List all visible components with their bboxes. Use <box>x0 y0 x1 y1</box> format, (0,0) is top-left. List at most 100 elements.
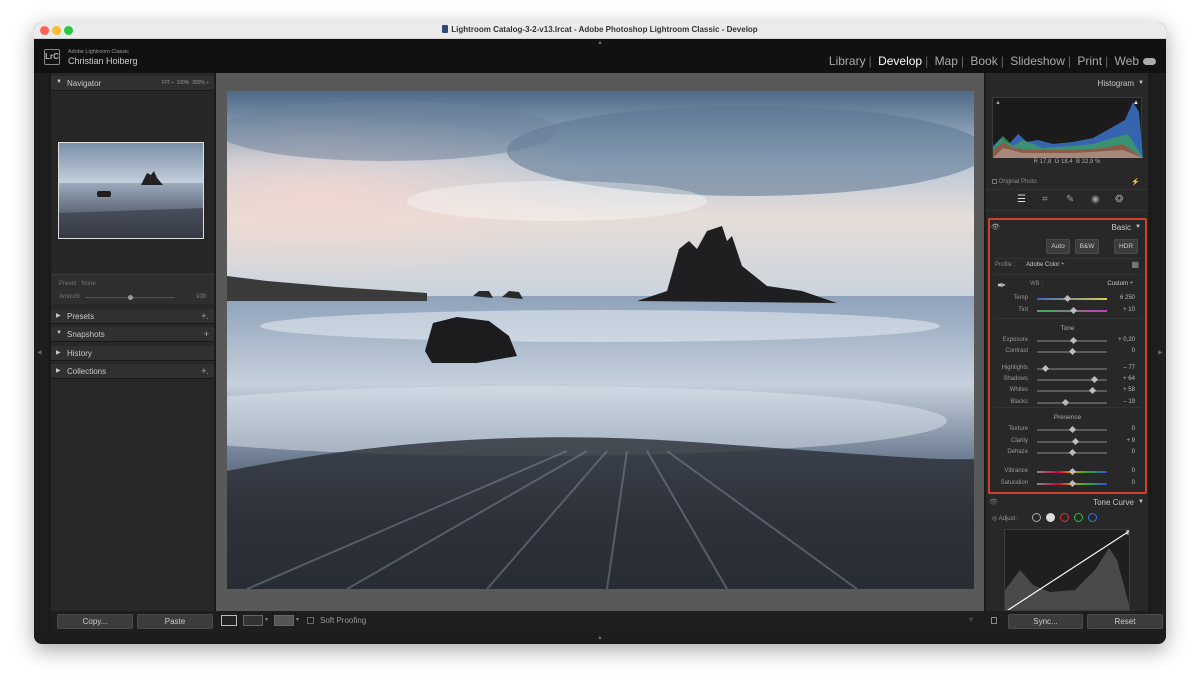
bw-button[interactable]: B&W <box>1075 239 1099 254</box>
slider-knob-dehaze[interactable] <box>1068 448 1076 457</box>
point-curve-white-icon[interactable] <box>1046 513 1055 522</box>
loupe-icon[interactable] <box>221 615 237 626</box>
zoom-300[interactable]: 300% ÷ <box>192 80 209 86</box>
sync-button[interactable]: Sync... <box>1008 614 1083 629</box>
slider-knob-contrast[interactable] <box>1068 347 1076 356</box>
history-header[interactable]: ▶ History <box>51 346 214 361</box>
redeye-icon[interactable]: ◉ <box>1091 194 1100 205</box>
eye-icon[interactable]: 👁 <box>989 498 998 506</box>
slider-knob-whites[interactable] <box>1088 386 1096 395</box>
slider-label-contrast: Contrast <box>1005 348 1028 354</box>
cloud-icon[interactable] <box>1143 58 1156 65</box>
original-photo-toggle[interactable]: Original Photo <box>992 179 1037 185</box>
slider-value-exposure[interactable]: + 0,20 <box>1118 337 1135 343</box>
module-book[interactable]: Book <box>970 54 997 68</box>
slider-value-highlights[interactable]: – 77 <box>1123 365 1135 371</box>
profile-browser-icon[interactable]: ▦ <box>1131 260 1139 269</box>
slider-value-vibrance[interactable]: 0 <box>1132 468 1135 474</box>
slider-value-temp[interactable]: 6 250 <box>1120 295 1135 301</box>
original-photo-checkbox[interactable] <box>992 179 997 184</box>
slider-value-dehaze[interactable]: 0 <box>1132 449 1135 455</box>
slider-knob-vibrance[interactable] <box>1068 467 1076 476</box>
module-slideshow[interactable]: Slideshow <box>1010 54 1065 68</box>
collapse-left-arrow-icon[interactable]: ◀ <box>37 349 42 356</box>
tone-curve-graph[interactable] <box>1004 529 1130 611</box>
slider-knob-blacks[interactable] <box>1061 398 1069 407</box>
amount-slider-knob[interactable] <box>128 295 133 300</box>
slider-knob-temp[interactable] <box>1063 294 1071 303</box>
add-snapshot-icon[interactable]: + <box>204 329 209 339</box>
slider-knob-saturation[interactable] <box>1068 479 1076 488</box>
slider-knob-texture[interactable] <box>1068 425 1076 434</box>
highlight-clipping-icon[interactable]: ▲ <box>1133 100 1139 106</box>
dropdown-chevron-icon[interactable]: ▾ <box>296 616 299 623</box>
slider-value-texture[interactable]: 0 <box>1132 426 1135 432</box>
edit-sliders-icon[interactable]: ☰ <box>1017 194 1026 205</box>
slider-value-blacks[interactable]: – 19 <box>1123 399 1135 405</box>
before-after-icon[interactable] <box>243 615 263 626</box>
zoom-fit[interactable]: FIT ÷ <box>162 80 174 86</box>
reset-button[interactable]: Reset <box>1087 614 1163 629</box>
module-print[interactable]: Print <box>1077 54 1102 68</box>
hdr-button[interactable]: HDR <box>1114 239 1138 254</box>
green-channel-icon[interactable] <box>1074 513 1083 522</box>
histogram[interactable]: ▲ ▲ <box>992 97 1143 158</box>
red-channel-icon[interactable] <box>1060 513 1069 522</box>
collapse-right-arrow-icon[interactable]: ▶ <box>1158 349 1163 356</box>
yy-icon[interactable] <box>274 615 294 626</box>
slider-track-whites[interactable] <box>1037 390 1107 392</box>
slider-knob-exposure[interactable] <box>1069 336 1077 345</box>
add-collection-icon[interactable]: +. <box>201 366 209 376</box>
left-edge-strip[interactable]: ◀ <box>34 73 48 633</box>
slider-knob-highlights[interactable] <box>1041 364 1049 373</box>
slider-label-clarity: Clarity <box>1010 438 1028 444</box>
module-develop[interactable]: Develop <box>878 54 922 68</box>
shadow-clipping-icon[interactable]: ▲ <box>995 100 1001 106</box>
slider-value-clarity[interactable]: + 9 <box>1126 438 1135 444</box>
collections-header[interactable]: ▶ Collections +. <box>51 364 214 379</box>
parametric-curve-icon[interactable] <box>1032 513 1041 522</box>
image-canvas[interactable] <box>216 73 984 612</box>
histogram-header[interactable]: Histogram ▼ <box>986 76 1148 90</box>
slider-value-saturation[interactable]: 0 <box>1132 480 1135 486</box>
wb-eyedropper-icon[interactable]: ✒ <box>997 279 1006 292</box>
target-adjust-icon[interactable]: ◎ <box>992 516 997 522</box>
auto-button[interactable]: Auto <box>1046 239 1070 254</box>
slider-knob-clarity[interactable] <box>1071 437 1080 446</box>
eye-icon[interactable]: 👁 <box>991 223 1000 231</box>
zoom-100[interactable]: 100% <box>177 80 190 86</box>
slider-value-shadows[interactable]: + 64 <box>1123 376 1135 382</box>
slider-value-contrast[interactable]: 0 <box>1132 348 1135 354</box>
paste-button[interactable]: Paste <box>137 614 213 629</box>
slider-track-blacks[interactable] <box>1037 402 1107 404</box>
main-photo[interactable] <box>227 91 974 589</box>
module-map[interactable]: Map <box>935 54 958 68</box>
add-preset-icon[interactable]: +. <box>201 311 209 321</box>
navigator-preview[interactable] <box>58 142 204 239</box>
healing-icon[interactable]: ✎ <box>1066 194 1074 205</box>
toolbar-menu-icon[interactable]: ▿ <box>969 615 973 624</box>
profile-dropdown[interactable]: Adobe Color ÷ <box>1026 262 1064 268</box>
right-edge-strip[interactable]: ▶ <box>1152 73 1166 633</box>
collapse-top-arrow-icon[interactable]: ▲ <box>597 40 603 46</box>
navigator-header[interactable]: ▼ Navigator FIT ÷ 100% 300% ÷ <box>51 76 214 91</box>
masking-icon[interactable]: ❂ <box>1115 194 1123 205</box>
tone-curve-header[interactable]: 👁 Tone Curve ▼ <box>986 496 1148 510</box>
presets-header[interactable]: ▶ Presets +. <box>51 309 214 324</box>
collapse-bottom-arrow-icon[interactable]: ▲ <box>597 635 603 641</box>
soft-proofing-checkbox[interactable] <box>307 617 314 624</box>
slider-knob-tint[interactable] <box>1069 306 1077 315</box>
dropdown-chevron-icon[interactable]: ▾ <box>265 616 268 623</box>
slider-value-tint[interactable]: + 10 <box>1123 307 1135 313</box>
crop-icon[interactable]: ⌗ <box>1042 194 1048 205</box>
module-web[interactable]: Web <box>1115 54 1139 68</box>
snapshots-header[interactable]: ▼ Snapshots + <box>51 327 214 342</box>
blue-channel-icon[interactable] <box>1088 513 1097 522</box>
slider-value-whites[interactable]: + 58 <box>1123 387 1135 393</box>
wb-dropdown[interactable]: Custom ÷ <box>1107 281 1133 287</box>
module-library[interactable]: Library <box>829 54 866 68</box>
copy-button[interactable]: Copy... <box>57 614 133 629</box>
sync-toggle-icon[interactable] <box>991 617 997 624</box>
slider-track-temp[interactable] <box>1037 298 1107 300</box>
slider-knob-shadows[interactable] <box>1090 375 1098 384</box>
